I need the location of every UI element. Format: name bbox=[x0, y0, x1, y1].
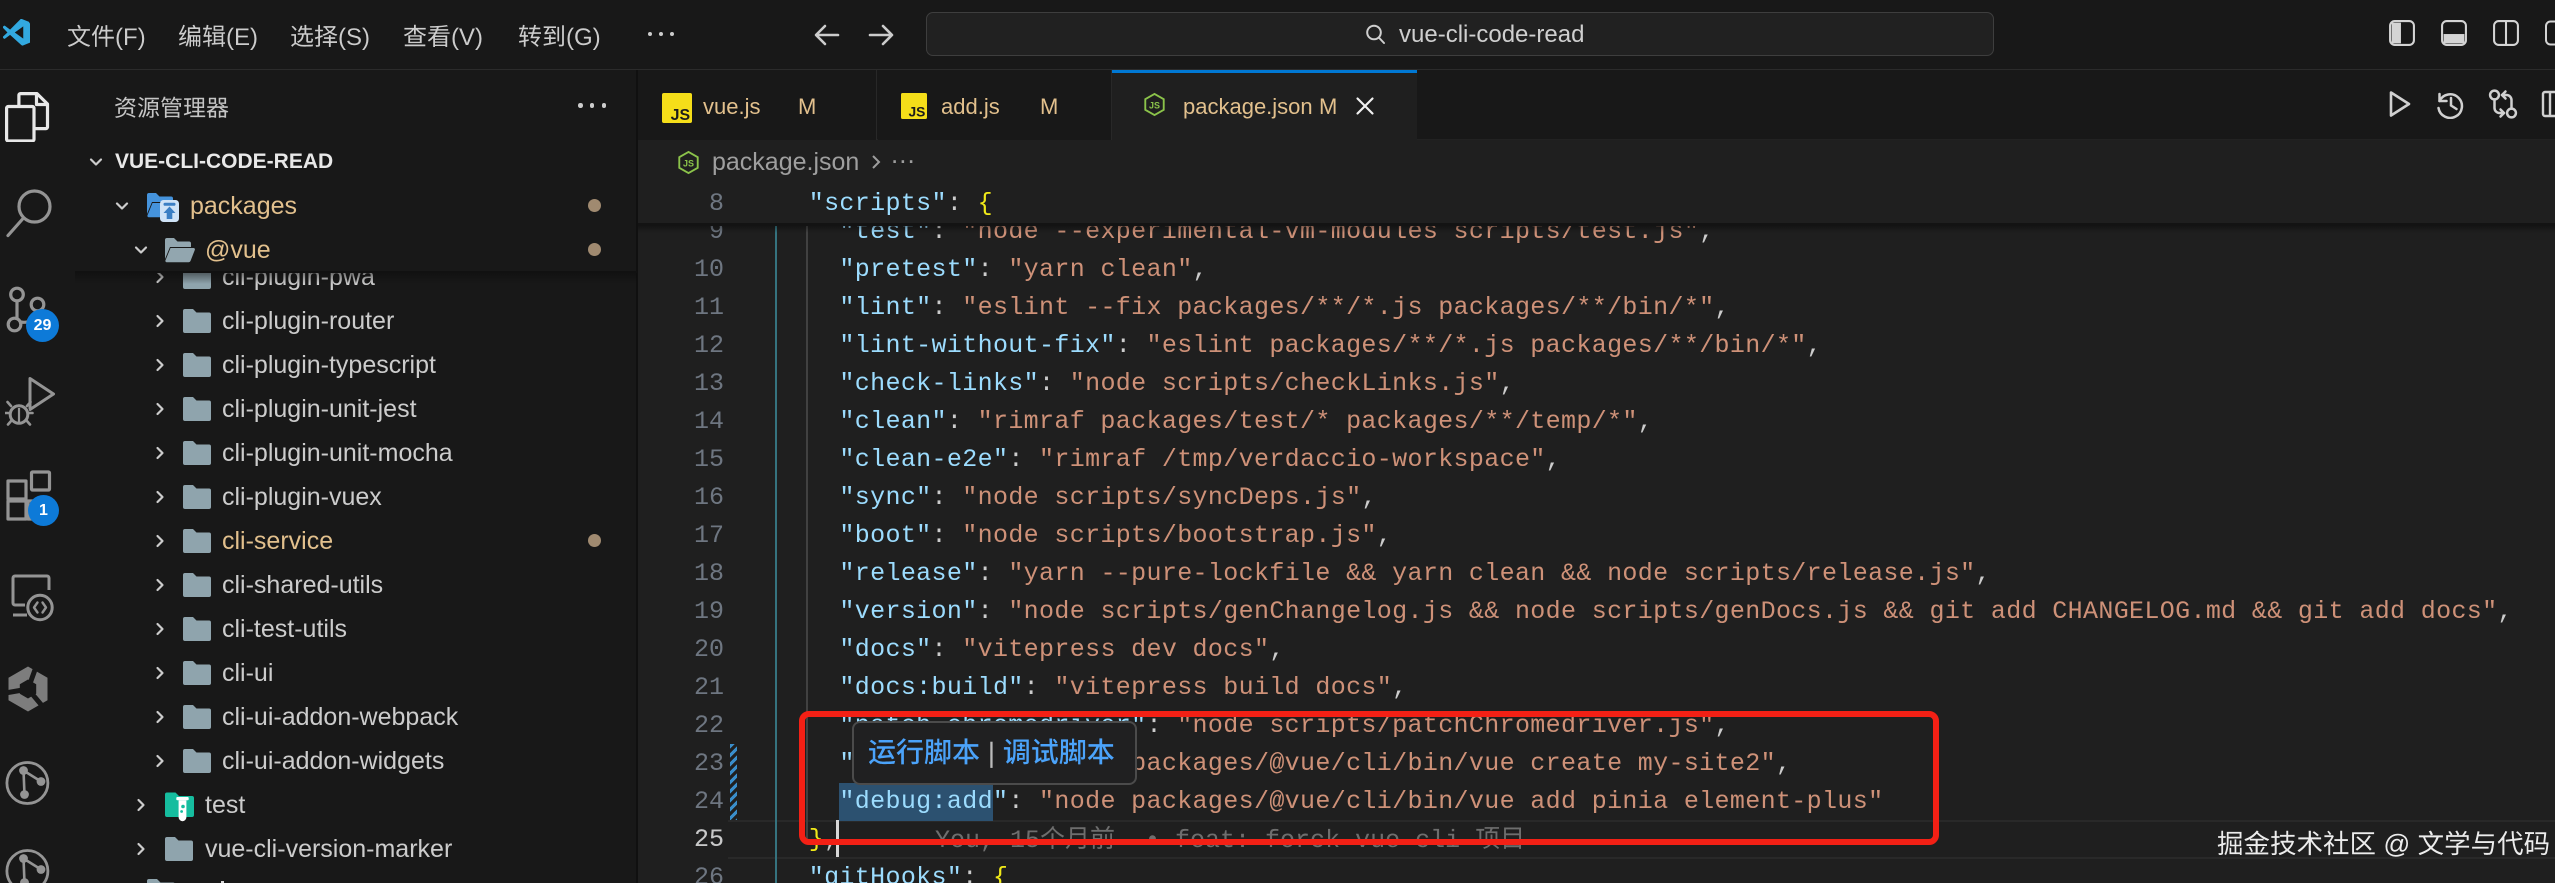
svg-text:JS: JS bbox=[908, 104, 925, 119]
svg-text:JS: JS bbox=[683, 158, 694, 168]
svg-text:JS: JS bbox=[671, 107, 690, 123]
svg-text:JS: JS bbox=[1149, 100, 1160, 110]
